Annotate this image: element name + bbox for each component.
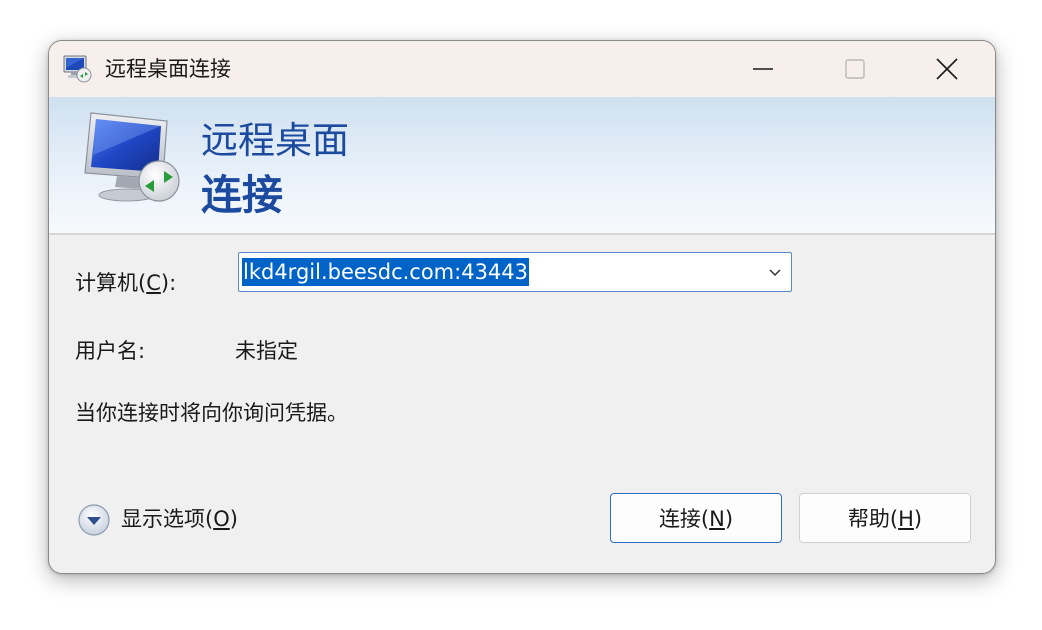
credentials-note: 当你连接时将向你询问凭据。	[75, 401, 348, 425]
connect-button-accesskey: N	[709, 507, 725, 531]
banner-title-line2: 连接	[201, 171, 283, 219]
help-button-suffix: )	[913, 507, 923, 531]
show-options-suffix: )	[229, 507, 238, 531]
username-label: 用户名:	[75, 339, 146, 363]
minimize-icon	[753, 68, 773, 70]
connect-button-text: 连接(	[658, 507, 710, 531]
connect-button-suffix: )	[724, 507, 734, 531]
title-bar[interactable]: 远程桌面连接	[49, 41, 995, 97]
maximize-icon	[845, 59, 865, 79]
computer-combobox[interactable]: lkd4rgil.beesdc.com:43443	[238, 252, 792, 292]
help-button-accesskey: H	[898, 507, 914, 531]
expand-circle-icon[interactable]	[77, 503, 111, 537]
username-value: 未指定	[235, 339, 298, 363]
show-options-text: 显示选项(	[121, 507, 214, 531]
show-options-toggle[interactable]: 显示选项(O)	[77, 501, 277, 537]
header-banner: 远程桌面 连接	[49, 97, 995, 235]
computer-label-suffix: ):	[160, 271, 177, 295]
remote-desktop-icon	[63, 54, 93, 84]
computer-label: 计算机(C):	[75, 269, 176, 297]
show-options-label[interactable]: 显示选项(O)	[121, 505, 238, 533]
computer-input-value[interactable]: lkd4rgil.beesdc.com:43443	[242, 258, 530, 286]
remote-desktop-window: 远程桌面连接 远程桌面 连接 计算机(C): lkd4rgil.beesdc.c…	[48, 40, 996, 574]
show-options-accesskey: O	[213, 507, 230, 531]
remote-desktop-large-icon	[79, 111, 189, 211]
close-icon	[936, 58, 958, 80]
connect-button[interactable]: 连接(N)	[610, 493, 782, 543]
close-button[interactable]	[901, 41, 993, 97]
help-button[interactable]: 帮助(H)	[799, 493, 971, 543]
banner-title-line1: 远程桌面	[201, 119, 349, 162]
window-title: 远程桌面连接	[105, 57, 231, 81]
computer-label-accesskey: C	[146, 271, 161, 295]
computer-label-text: 计算机(	[75, 271, 147, 295]
chevron-down-icon[interactable]	[765, 262, 785, 282]
minimize-button[interactable]	[717, 41, 809, 97]
help-button-text: 帮助(	[847, 507, 899, 531]
maximize-button[interactable]	[809, 41, 901, 97]
